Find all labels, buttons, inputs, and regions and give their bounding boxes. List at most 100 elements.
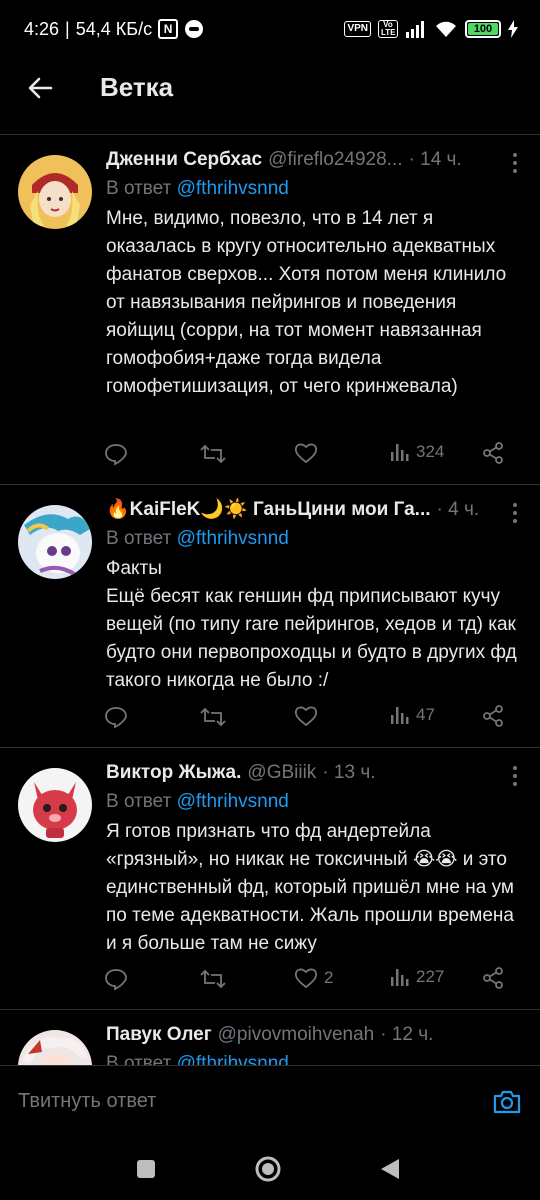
- battery-icon: 100: [465, 20, 501, 38]
- retweet-button[interactable]: [200, 442, 226, 466]
- reply-prefix: В ответ: [106, 528, 177, 549]
- system-back-button[interactable]: [372, 1151, 408, 1187]
- comment-icon: [105, 707, 127, 729]
- status-bar: 4:26 | 54,4 КБ/с N VPN Vo LTE 100: [0, 0, 540, 58]
- share-button[interactable]: [482, 967, 504, 989]
- tweet[interactable]: Виктор Жыжа. @GBiiik · 13 ч. В ответ @ft…: [0, 748, 540, 1010]
- views-button[interactable]: 47: [390, 705, 435, 725]
- tweet-actions: 324: [104, 428, 522, 484]
- views-button[interactable]: 227: [390, 967, 444, 987]
- divider: [0, 118, 540, 135]
- share-button[interactable]: [482, 705, 504, 727]
- avatar[interactable]: [18, 505, 92, 579]
- author-name[interactable]: Виктор Жыжа.: [106, 760, 241, 786]
- reply-prefix: В ответ: [106, 1053, 177, 1065]
- tweet-time: · 12 ч.: [380, 1024, 434, 1045]
- heart-icon: [294, 968, 318, 989]
- tweet[interactable]: Павук Олег @pivovmoihvenah · 12 ч. В отв…: [0, 1010, 540, 1065]
- charging-icon: [508, 20, 518, 38]
- reply-context: В ответ @fthrihvsnnd: [106, 175, 522, 203]
- thread-feed[interactable]: Дженни Сербхас @fireflo24928... · 14 ч. …: [0, 118, 540, 1065]
- retweet-icon: [200, 969, 226, 989]
- retweet-icon: [200, 444, 226, 464]
- avatar[interactable]: [18, 155, 92, 229]
- view-count: 324: [416, 442, 445, 461]
- tweet-actions: 47: [104, 691, 522, 747]
- reply-to-link[interactable]: @fthrihvsnnd: [177, 178, 289, 199]
- like-button[interactable]: [294, 442, 324, 464]
- view-count: 47: [416, 705, 435, 724]
- tweet-text: Мне, видимо, повезло, что в 14 лет я ока…: [106, 208, 512, 397]
- like-button[interactable]: 2: [294, 967, 333, 989]
- tweet-text: Факты Ещё бесят как геншин фд приписываю…: [106, 558, 517, 691]
- camera-icon: [493, 1090, 521, 1113]
- reply-prefix: В ответ: [106, 791, 177, 812]
- camera-button[interactable]: [492, 1087, 522, 1117]
- reply-input[interactable]: Твитнуть ответ: [18, 1090, 492, 1113]
- share-icon: [483, 442, 503, 464]
- recents-button[interactable]: [128, 1151, 164, 1187]
- share-icon: [483, 967, 503, 989]
- arrow-left-icon: [28, 77, 53, 99]
- avatar[interactable]: [18, 768, 92, 842]
- like-count: 2: [324, 968, 334, 987]
- retweet-icon: [200, 707, 226, 727]
- status-separator: |: [65, 18, 70, 39]
- share-button[interactable]: [482, 442, 504, 464]
- reply-composer: Твитнуть ответ: [0, 1065, 540, 1137]
- heart-icon: [294, 706, 318, 727]
- tweet-actions: 2 227: [104, 953, 522, 1009]
- tweet[interactable]: Дженни Сербхас @fireflo24928... · 14 ч. …: [0, 135, 540, 485]
- back-arrow-button[interactable]: [22, 70, 58, 106]
- reply-context: В ответ @fthrihvsnnd: [106, 788, 522, 816]
- tweet-text: Я готов признать что фд андертейла «гряз…: [106, 821, 520, 954]
- more-options-icon[interactable]: [512, 766, 518, 786]
- status-network-speed: 54,4 КБ/с: [75, 18, 153, 39]
- retweet-button[interactable]: [200, 705, 226, 729]
- author-name[interactable]: 🔥KaiFleK🌙☀️ ГаньЦини мои Га...: [106, 497, 431, 523]
- views-chart-icon: [391, 444, 409, 461]
- views-button[interactable]: 324: [390, 442, 444, 462]
- views-chart-icon: [391, 707, 409, 724]
- tweet-time: · 13 ч.: [322, 762, 376, 783]
- tweet[interactable]: 🔥KaiFleK🌙☀️ ГаньЦини мои Га... · 4 ч. В …: [0, 485, 540, 748]
- author-name[interactable]: Павук Олег: [106, 1022, 212, 1048]
- wifi-icon: [436, 21, 456, 37]
- reply-to-link[interactable]: @fthrihvsnnd: [177, 528, 289, 549]
- avatar[interactable]: [18, 1030, 92, 1065]
- reply-button[interactable]: [104, 967, 128, 991]
- views-chart-icon: [391, 969, 409, 986]
- more-options-icon[interactable]: [512, 153, 518, 173]
- home-icon: [255, 1156, 281, 1182]
- reply-to-link[interactable]: @fthrihvsnnd: [177, 791, 289, 812]
- comment-icon: [105, 444, 127, 466]
- tweet-time: · 14 ч.: [408, 149, 462, 170]
- like-button[interactable]: [294, 705, 324, 727]
- author-handle[interactable]: @GBiiik: [247, 760, 316, 786]
- page-title: Ветка: [100, 72, 174, 102]
- reply-to-link[interactable]: @fthrihvsnnd: [177, 1053, 289, 1065]
- comment-icon: [105, 969, 127, 991]
- reply-button[interactable]: [104, 442, 128, 466]
- battery-level: 100: [468, 23, 498, 35]
- reply-button[interactable]: [104, 705, 128, 729]
- signal-icon: [406, 21, 424, 38]
- more-options-icon[interactable]: [512, 503, 518, 523]
- reply-prefix: В ответ: [106, 178, 177, 199]
- author-handle[interactable]: @pivovmoihvenah: [218, 1022, 375, 1048]
- recents-icon: [137, 1160, 155, 1178]
- view-count: 227: [416, 967, 445, 986]
- status-time: 4:26: [24, 18, 60, 39]
- back-icon: [381, 1159, 399, 1179]
- nfc-icon: N: [158, 19, 179, 39]
- retweet-button[interactable]: [200, 967, 226, 991]
- home-button[interactable]: [250, 1151, 286, 1187]
- author-handle[interactable]: @fireflo24928...: [268, 147, 402, 173]
- tweet-time: · 4 ч.: [436, 499, 480, 520]
- app-bar: Ветка: [0, 58, 540, 118]
- share-icon: [483, 705, 503, 727]
- reply-context: В ответ @fthrihvsnnd: [106, 525, 522, 553]
- chat-notification-icon: [185, 20, 204, 38]
- heart-icon: [294, 443, 318, 464]
- author-name[interactable]: Дженни Сербхас: [106, 147, 262, 173]
